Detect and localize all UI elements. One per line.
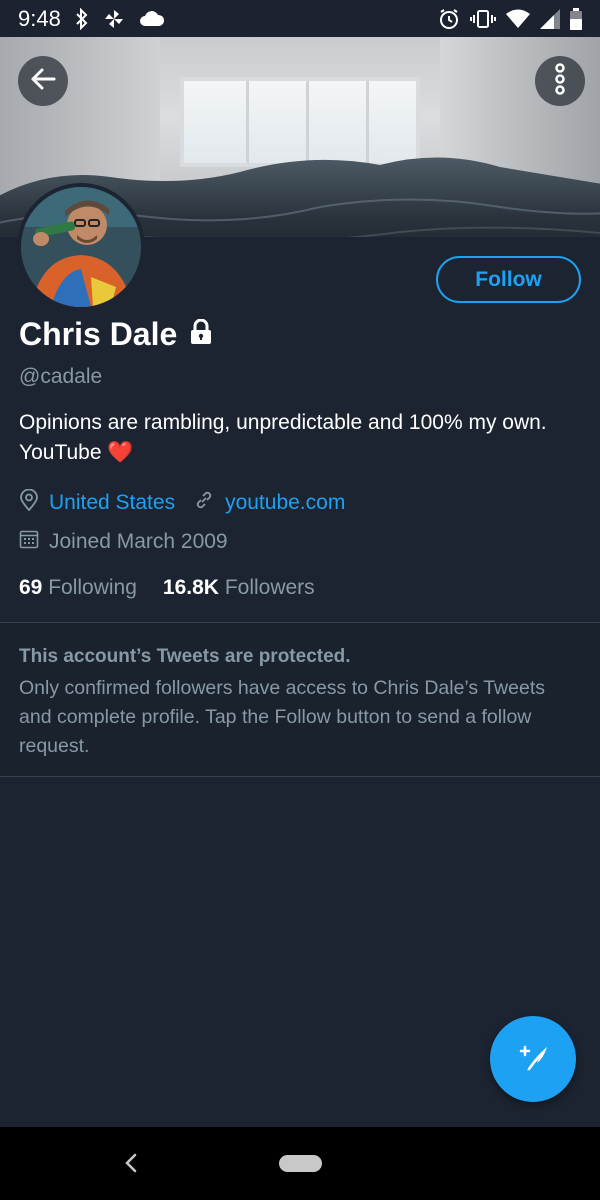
status-bar: 9:48: [0, 0, 600, 37]
pinwheel-icon: [103, 8, 125, 30]
followers-label: Followers: [224, 576, 315, 599]
calendar-icon: [19, 529, 39, 555]
joined-date: Joined March 2009: [49, 530, 228, 553]
following-label: Following: [48, 576, 137, 599]
profile-bio: Opinions are rambling, unpredictable and…: [19, 408, 579, 468]
nav-home-button[interactable]: [279, 1155, 322, 1172]
arrow-left-icon: [30, 67, 56, 96]
bluetooth-icon: [75, 7, 89, 30]
following-stat[interactable]: 69 Following: [19, 576, 137, 600]
battery-icon: [570, 7, 582, 30]
joined-item: Joined March 2009: [19, 529, 228, 555]
wifi-icon: [506, 9, 530, 29]
signal-icon: [540, 8, 560, 29]
compose-tweet-icon: [513, 1037, 553, 1082]
more-options-button[interactable]: [535, 56, 585, 106]
heart-emoji: ❤️: [107, 441, 134, 464]
avatar[interactable]: [17, 183, 145, 311]
compose-tweet-button[interactable]: [490, 1016, 576, 1102]
nav-back-button[interactable]: [122, 1152, 140, 1179]
bio-text: Opinions are rambling, unpredictable and…: [19, 411, 547, 464]
profile-name-row: Chris Dale: [19, 316, 213, 353]
more-vertical-icon: [554, 62, 566, 100]
alarm-icon: [438, 8, 460, 30]
profile-stats: 69 Following 16.8K Followers: [19, 576, 315, 600]
protected-title: This account’s Tweets are protected.: [19, 646, 351, 667]
link-icon: [193, 489, 215, 517]
followers-count: 16.8K: [162, 576, 219, 599]
website-item[interactable]: youtube.com: [193, 489, 345, 517]
joined-row: Joined March 2009: [19, 529, 246, 555]
divider: [0, 622, 600, 623]
location-item: United States: [19, 488, 176, 517]
lock-icon: [189, 316, 213, 353]
profile-handle: @cadale: [19, 365, 103, 388]
divider: [0, 776, 600, 777]
followers-stat[interactable]: 16.8K Followers: [163, 576, 315, 600]
location-text: United States: [49, 491, 176, 514]
vibrate-icon: [470, 8, 496, 30]
website-link[interactable]: youtube.com: [225, 491, 345, 515]
follow-button[interactable]: Follow: [436, 256, 581, 303]
back-button[interactable]: [18, 56, 68, 106]
location-pin-icon: [19, 488, 39, 517]
status-time: 9:48: [18, 5, 61, 31]
profile-meta-row: United States youtube.com: [19, 488, 363, 517]
protected-body: Only confirmed followers have access to …: [19, 677, 545, 757]
cloud-icon: [139, 10, 165, 28]
display-name: Chris Dale: [19, 316, 178, 352]
following-count: 69: [19, 576, 43, 599]
